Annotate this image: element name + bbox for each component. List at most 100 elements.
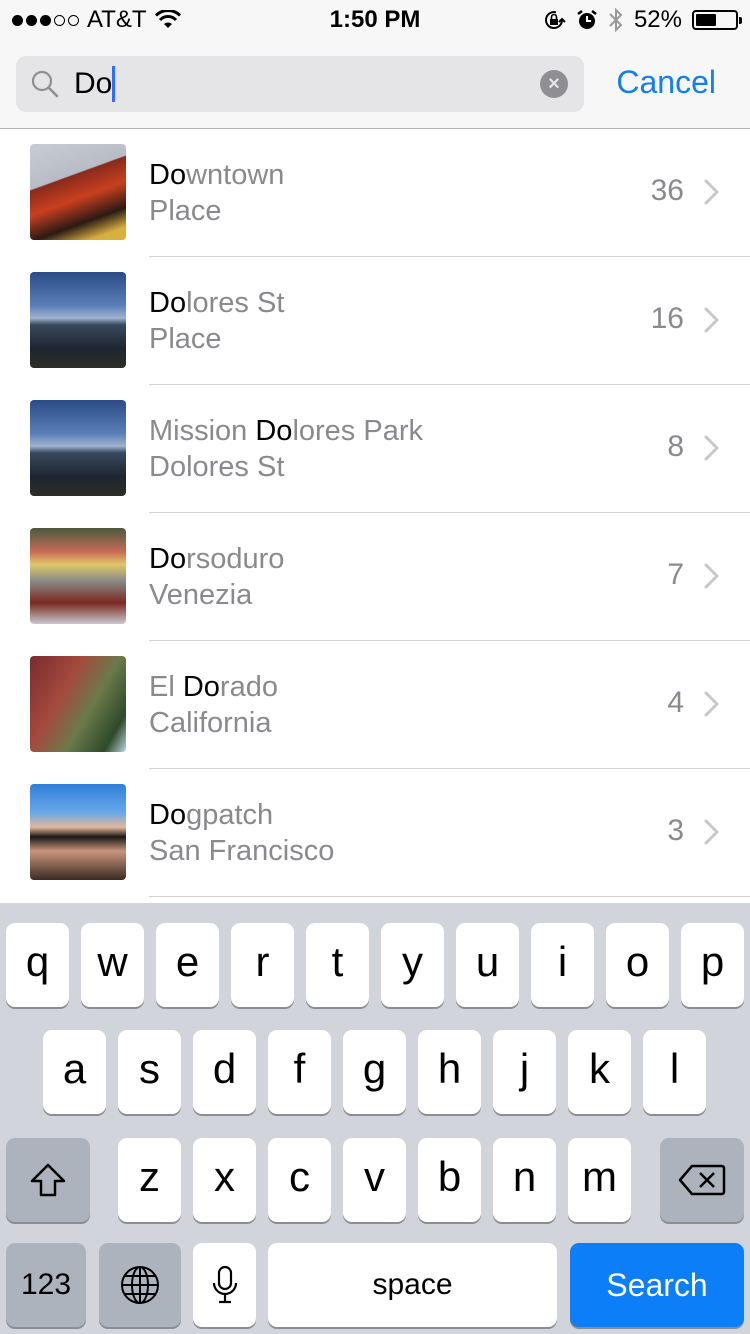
clear-search-button[interactable]: × bbox=[540, 70, 568, 98]
title-prefix: Mission bbox=[149, 415, 256, 447]
results-list: Downtown Place 36 Dolores St Place 16 Mi… bbox=[0, 129, 750, 897]
list-item[interactable]: Mission Dolores Park Dolores St 8 bbox=[0, 385, 750, 513]
key-g[interactable]: g bbox=[343, 1030, 406, 1114]
key-i[interactable]: i bbox=[531, 923, 594, 1007]
key-l[interactable]: l bbox=[643, 1030, 706, 1114]
key-x[interactable]: x bbox=[193, 1138, 256, 1222]
photo-count: 3 bbox=[667, 814, 684, 847]
title-suffix: rsoduro bbox=[186, 543, 285, 575]
search-input[interactable]: Do × bbox=[16, 56, 584, 112]
key-m[interactable]: m bbox=[568, 1138, 631, 1222]
globe-key[interactable] bbox=[99, 1243, 181, 1327]
numbers-key[interactable]: 123 bbox=[6, 1243, 86, 1327]
alarm-icon bbox=[577, 10, 597, 29]
photo-count: 36 bbox=[650, 174, 684, 207]
photo-count: 4 bbox=[667, 686, 684, 719]
title-prefix: El bbox=[149, 671, 183, 703]
keyboard: 123 space Search qwertyuiop asdfghjkl zxcv… bbox=[0, 903, 750, 1334]
key-r[interactable]: r bbox=[231, 923, 294, 1007]
key-z[interactable]: z bbox=[118, 1138, 181, 1222]
place-subtitle: Dolores St bbox=[149, 451, 285, 483]
place-title: Mission Dolores Park bbox=[149, 413, 423, 449]
text-cursor bbox=[112, 66, 116, 102]
key-j[interactable]: j bbox=[493, 1030, 556, 1114]
chevron-right-icon bbox=[704, 563, 719, 589]
space-key[interactable]: space bbox=[268, 1243, 557, 1327]
key-e[interactable]: e bbox=[156, 923, 219, 1007]
key-t[interactable]: t bbox=[306, 923, 369, 1007]
chevron-right-icon bbox=[704, 307, 719, 333]
row-text: Dorsoduro Venezia bbox=[149, 541, 284, 613]
key-h[interactable]: h bbox=[418, 1030, 481, 1114]
title-match: Do bbox=[182, 671, 220, 703]
chevron-right-icon bbox=[704, 435, 719, 461]
globe-icon bbox=[121, 1266, 159, 1304]
place-title: El Dorado bbox=[149, 669, 278, 705]
list-item[interactable]: Dolores St Place 16 bbox=[0, 257, 750, 385]
delete-key[interactable] bbox=[660, 1138, 744, 1222]
key-d[interactable]: d bbox=[193, 1030, 256, 1114]
photo-count: 8 bbox=[667, 430, 684, 463]
row-text: El Dorado California bbox=[149, 669, 278, 741]
bluetooth-icon bbox=[609, 7, 623, 33]
key-q[interactable]: q bbox=[6, 923, 69, 1007]
list-item[interactable]: El Dorado California 4 bbox=[0, 641, 750, 769]
place-thumbnail bbox=[30, 528, 126, 624]
key-a[interactable]: a bbox=[43, 1030, 106, 1114]
place-subtitle: Venezia bbox=[149, 579, 253, 611]
list-item[interactable]: Dogpatch San Francisco 3 bbox=[0, 769, 750, 897]
battery-icon bbox=[692, 10, 742, 30]
title-match: Do bbox=[149, 287, 187, 319]
place-subtitle: San Francisco bbox=[149, 835, 335, 867]
photo-count: 16 bbox=[650, 302, 684, 335]
microphone-icon bbox=[212, 1265, 237, 1304]
title-suffix: lores St bbox=[186, 287, 285, 319]
title-suffix: rado bbox=[219, 671, 278, 703]
place-title: Dogpatch bbox=[149, 797, 334, 833]
key-p[interactable]: p bbox=[681, 923, 744, 1007]
cancel-button[interactable]: Cancel bbox=[616, 64, 716, 101]
row-text: Dogpatch San Francisco bbox=[149, 797, 334, 869]
key-s[interactable]: s bbox=[118, 1030, 181, 1114]
place-thumbnail bbox=[30, 400, 126, 496]
place-thumbnail bbox=[30, 784, 126, 880]
search-key[interactable]: Search bbox=[570, 1243, 744, 1327]
battery-percent: 52% bbox=[633, 6, 682, 33]
photo-count: 7 bbox=[667, 558, 684, 591]
key-o[interactable]: o bbox=[606, 923, 669, 1007]
key-k[interactable]: k bbox=[568, 1030, 631, 1114]
dictation-key[interactable] bbox=[193, 1243, 256, 1327]
chevron-right-icon bbox=[704, 691, 719, 717]
shift-key[interactable] bbox=[6, 1138, 90, 1222]
title-suffix: gpatch bbox=[186, 799, 274, 831]
search-header: Do × Cancel bbox=[0, 40, 750, 129]
search-query: Do bbox=[74, 67, 113, 100]
title-match: Do bbox=[255, 415, 293, 447]
key-b[interactable]: b bbox=[418, 1138, 481, 1222]
key-n[interactable]: n bbox=[493, 1138, 556, 1222]
list-item[interactable]: Dorsoduro Venezia 7 bbox=[0, 513, 750, 641]
row-divider bbox=[149, 896, 750, 897]
place-title: Downtown bbox=[149, 157, 284, 193]
key-c[interactable]: c bbox=[268, 1138, 331, 1222]
chevron-right-icon bbox=[704, 179, 719, 205]
chevron-right-icon bbox=[704, 819, 719, 845]
backspace-icon bbox=[678, 1164, 726, 1196]
place-subtitle: California bbox=[149, 707, 272, 739]
rotation-lock-icon bbox=[544, 11, 566, 29]
row-text: Mission Dolores Park Dolores St bbox=[149, 413, 423, 485]
title-match: Do bbox=[149, 799, 187, 831]
title-suffix: wntown bbox=[186, 159, 285, 191]
place-title: Dolores St bbox=[149, 285, 284, 321]
list-item[interactable]: Downtown Place 36 bbox=[0, 129, 750, 257]
place-title: Dorsoduro bbox=[149, 541, 284, 577]
key-w[interactable]: w bbox=[81, 923, 144, 1007]
key-v[interactable]: v bbox=[343, 1138, 406, 1222]
key-y[interactable]: y bbox=[381, 923, 444, 1007]
place-subtitle: Place bbox=[149, 323, 222, 355]
row-text: Downtown Place bbox=[149, 157, 284, 229]
title-suffix: lores Park bbox=[292, 415, 423, 447]
key-u[interactable]: u bbox=[456, 923, 519, 1007]
key-f[interactable]: f bbox=[268, 1030, 331, 1114]
status-bar: AT&T 1:50 PM 52% bbox=[0, 0, 750, 40]
